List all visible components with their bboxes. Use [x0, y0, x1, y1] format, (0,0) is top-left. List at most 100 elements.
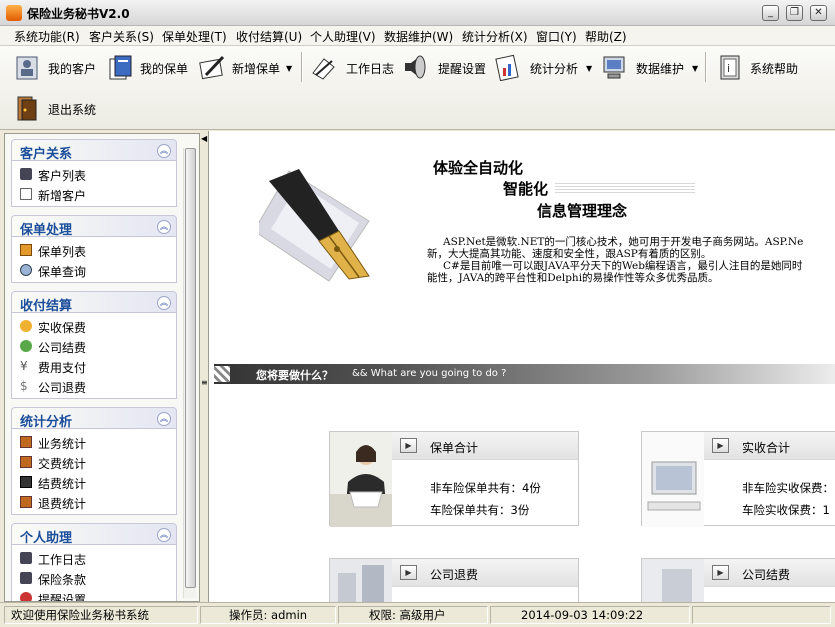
play-arrow-icon[interactable]: ▶	[712, 565, 729, 580]
menu-data[interactable]: 数据维护(W)	[384, 28, 453, 45]
sidebar-item-settlement-stats[interactable]: 结费统计	[12, 472, 176, 492]
minimize-icon[interactable]: _	[762, 5, 779, 21]
sidebar-item-payment-stats[interactable]: 交费统计	[12, 452, 176, 472]
panel-header[interactable]: 统计分析 ︽	[11, 407, 177, 430]
sidebar-item-company-refund[interactable]: $ 公司退费	[12, 376, 176, 396]
sidebar-item-new-customer[interactable]: 新增客户	[12, 184, 176, 204]
search-icon	[20, 264, 32, 276]
log-icon	[20, 552, 32, 564]
close-icon[interactable]: ✕	[810, 5, 827, 21]
menu-policy[interactable]: 保单处理(T)	[162, 28, 227, 45]
play-arrow-icon[interactable]: ▶	[712, 438, 729, 453]
sidebar: 客户关系 ︽ 客户列表 新增客户 保单处理 ︽ 保单列表 保单查询 收付结算 ︽ 实收…	[4, 133, 200, 602]
card-title: 公司结费	[742, 568, 791, 582]
card-title: 公司退费	[430, 568, 479, 582]
sidebar-item-policy-query[interactable]: 保单查询	[12, 260, 176, 280]
dropdown-arrow-icon[interactable]: ▼	[692, 64, 698, 73]
statistics-button[interactable]: 统计分析 ▼	[494, 51, 594, 85]
card-title: 保单合计	[430, 441, 479, 455]
collapse-icon[interactable]: ︽	[157, 296, 171, 310]
status-bar: 欢迎使用保险业务秘书系统 操作员: admin 权限: 高级用户 2014-09…	[0, 602, 835, 627]
checker-pattern	[214, 366, 230, 382]
dropdown-arrow-icon[interactable]: ▼	[286, 64, 292, 73]
sidebar-item-work-log[interactable]: 工作日志	[12, 548, 176, 568]
dropdown-arrow-icon[interactable]: ▼	[586, 64, 592, 73]
sidebar-item-refund-stats[interactable]: 退费统计	[12, 492, 176, 512]
collapse-icon[interactable]: ︽	[157, 144, 171, 158]
chart-doc-icon	[495, 54, 519, 81]
panel-assistant: 个人助理 ︽ 工作日志 保险条款 提醒设置	[11, 523, 177, 601]
company-refund-card: ▶ 公司退费	[329, 558, 579, 602]
collapse-icon[interactable]: ︽	[157, 412, 171, 426]
toolbar: 我的客户 我的保单 新增保单 ▼ 工作日志 提醒设置 统计分析 ▼ 数据维护 ▼…	[0, 46, 835, 130]
data-maintenance-button[interactable]: 数据维护 ▼	[600, 51, 700, 85]
card-line: 车险保单共有：3份	[430, 503, 530, 517]
sidebar-item-reminder[interactable]: 提醒设置	[12, 588, 176, 601]
status-datetime: 2014-09-03 14:09:22	[490, 606, 690, 624]
panel-header[interactable]: 个人助理 ︽	[11, 523, 177, 546]
play-arrow-icon[interactable]: ▶	[400, 438, 417, 453]
menu-bar: 系统功能(R) 客户关系(S) 保单处理(T) 收付结算(U) 个人助理(V) …	[0, 26, 835, 46]
sidebar-item-customer-list[interactable]: 客户列表	[12, 164, 176, 184]
policy-list-icon	[20, 244, 32, 256]
menu-window[interactable]: 窗口(Y)	[536, 28, 577, 45]
my-policies-button[interactable]: 我的保单	[106, 51, 192, 85]
collapse-icon[interactable]: ︽	[157, 220, 171, 234]
sidebar-item-company-settlement[interactable]: 公司结费	[12, 336, 176, 356]
status-operator: 操作员: admin	[200, 606, 336, 624]
sidebar-scrollbar[interactable]	[183, 148, 196, 598]
panel-header[interactable]: 客户关系 ︽	[11, 139, 177, 162]
new-policy-button[interactable]: 新增保单 ▼	[198, 51, 296, 85]
work-log-button[interactable]: 工作日志	[310, 51, 396, 85]
sidebar-item-received-premium[interactable]: 实收保费	[12, 316, 176, 336]
menu-assistant[interactable]: 个人助理(V)	[310, 28, 376, 45]
collapse-left-icon[interactable]: ◀	[201, 134, 207, 143]
panel-settlement: 收付结算 ︽ 实收保费 公司结费 ¥ 费用支付 $ 公司退费	[11, 291, 177, 399]
menu-customer[interactable]: 客户关系(S)	[89, 28, 154, 45]
toolbar-separator	[301, 52, 303, 82]
card-line: 非车险保单共有：4份	[430, 481, 541, 495]
my-customers-button[interactable]: 我的客户	[14, 51, 100, 85]
exit-door-icon	[17, 96, 37, 121]
policy-summary-card: ▶ 保单合计 非车险保单共有：4份 车险保单共有：3份	[329, 431, 579, 527]
slogan-line3: 信息管理理念	[537, 202, 628, 220]
card-line: 车险实收保费：1	[742, 503, 830, 517]
window-title: 保险业务秘书V2.0	[27, 7, 130, 21]
collapse-icon[interactable]: ︽	[157, 528, 171, 542]
businesswoman-photo	[330, 432, 392, 527]
menu-system[interactable]: 系统功能(R)	[14, 28, 80, 45]
sidebar-item-policy-list[interactable]: 保单列表	[12, 240, 176, 260]
coins-icon	[20, 320, 32, 332]
dollar-icon: $	[20, 379, 28, 393]
scrollbar-thumb[interactable]	[185, 148, 196, 588]
splitter[interactable]: ◀ ≡	[200, 130, 208, 602]
restore-icon[interactable]: ❐	[786, 5, 803, 21]
system-help-button[interactable]: i 系统帮助	[716, 51, 806, 85]
panel-header[interactable]: 保单处理 ︽	[11, 215, 177, 238]
sidebar-item-business-stats[interactable]: 业务统计	[12, 432, 176, 452]
play-arrow-icon[interactable]: ▶	[400, 565, 417, 580]
stats-book-icon	[20, 456, 32, 468]
description-line4: 能性，JAVA的跨平台性和Delphi的易操作性等众多优秀品质。	[427, 272, 719, 284]
list-icon	[20, 168, 32, 180]
status-welcome: 欢迎使用保险业务秘书系统	[4, 606, 198, 624]
status-permission: 权限: 高级用户	[338, 606, 488, 624]
sidebar-item-fee-payment[interactable]: ¥ 费用支付	[12, 356, 176, 376]
exit-button[interactable]: 退出系统	[14, 92, 100, 126]
menu-statistics[interactable]: 统计分析(X)	[462, 28, 528, 45]
money-icon	[20, 340, 32, 352]
office-photo	[642, 559, 704, 602]
speaker-icon	[405, 55, 426, 79]
svg-text:i: i	[727, 62, 730, 75]
panel-header[interactable]: 收付结算 ︽	[11, 291, 177, 314]
menu-help[interactable]: 帮助(Z)	[585, 28, 627, 45]
pen-paper-icon	[199, 55, 225, 80]
reminder-settings-button[interactable]: 提醒设置	[402, 51, 492, 85]
building-photo	[330, 559, 392, 602]
yen-icon: ¥	[20, 359, 28, 373]
slogan-line2: 智能化	[503, 180, 549, 198]
panel-statistics: 统计分析 ︽ 业务统计 交费统计 结费统计 退费统计	[11, 407, 177, 515]
sidebar-item-insurance-terms[interactable]: 保险条款	[12, 568, 176, 588]
worklog-icon	[312, 58, 335, 80]
menu-settlement[interactable]: 收付结算(U)	[236, 28, 302, 45]
